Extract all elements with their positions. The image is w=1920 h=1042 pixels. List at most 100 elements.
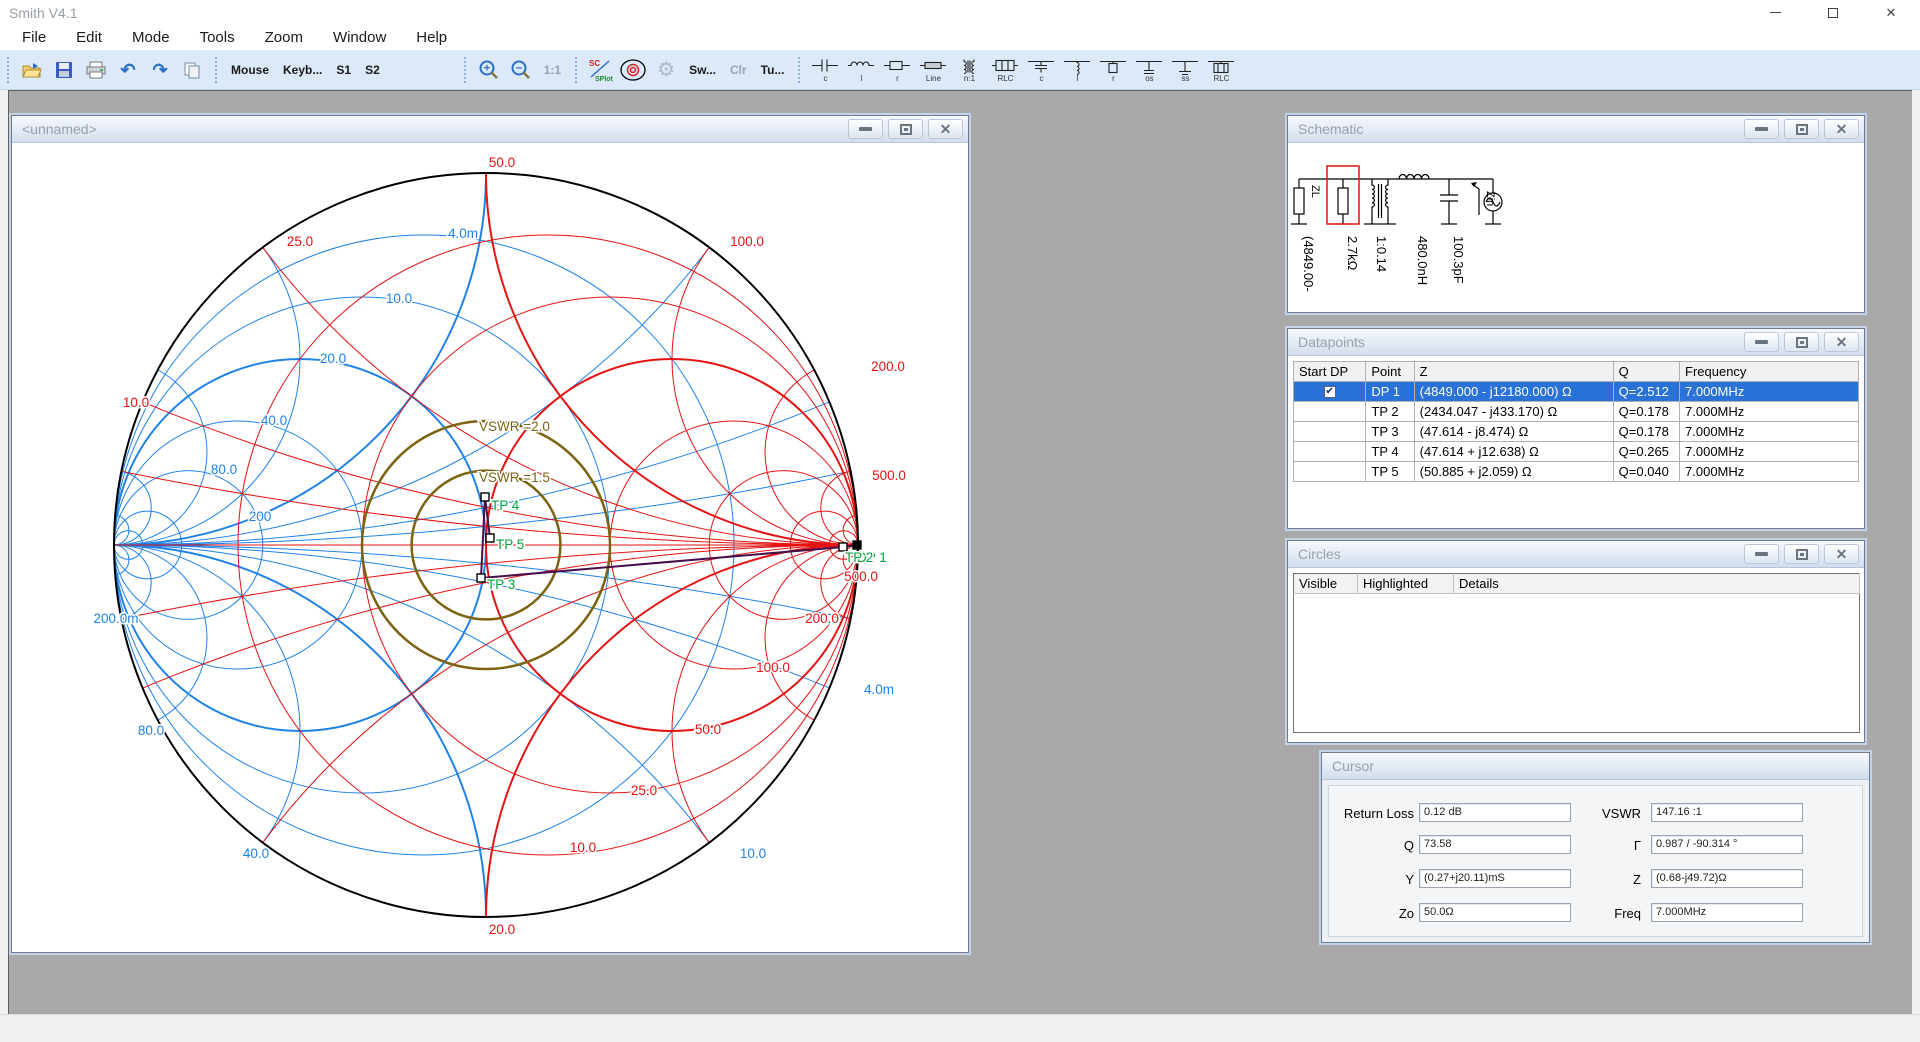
schematic-window-titlebar[interactable]: Schematic ✕ — [1288, 116, 1864, 143]
svg-text:500.0: 500.0 — [872, 468, 906, 483]
close-button[interactable]: ✕ — [1824, 119, 1859, 139]
clr-button[interactable]: Clr — [723, 63, 754, 77]
shunt-inductor-button[interactable]: l — [1059, 54, 1095, 86]
settings-button[interactable]: ⚙ — [653, 56, 679, 84]
minimize-button[interactable] — [1744, 119, 1779, 139]
column-header-details[interactable]: Details — [1454, 574, 1860, 594]
undo-icon: ↶ — [120, 61, 135, 79]
copy-button[interactable] — [179, 56, 205, 84]
shunt-rlc-icon — [1206, 57, 1236, 75]
app-minimize-button[interactable] — [1746, 0, 1804, 25]
cursor-value-freq[interactable]: 7.000MHz — [1651, 903, 1803, 922]
toolbar-separator — [464, 57, 466, 83]
keyb-button[interactable]: Keyb... — [276, 63, 329, 77]
open-button[interactable] — [19, 56, 45, 84]
redo-button[interactable]: ↷ — [147, 56, 173, 84]
menu-bar: FileEditModeToolsZoomWindowHelp — [0, 25, 1920, 50]
close-button[interactable]: ✕ — [928, 119, 963, 139]
s1-button[interactable]: S1 — [329, 63, 358, 77]
start-dp-checkbox[interactable]: ✔ — [1324, 386, 1336, 398]
sc-splot-button[interactable]: SCSPlot — [587, 56, 613, 84]
svg-text:4.0m: 4.0m — [448, 226, 478, 241]
open-stub-button[interactable]: os — [1131, 54, 1167, 86]
chart-window-titlebar[interactable]: <unnamed> ✕ — [12, 116, 968, 143]
zoom-out-button[interactable]: − — [508, 56, 534, 84]
mdi-area: <unnamed> ✕ 50.025.0100.0200.010.0500.05… — [8, 90, 1912, 1014]
component-value-load-impedance: (4849.00- — [1301, 236, 1316, 292]
zoom-1to1-button[interactable]: 1:1 — [537, 63, 568, 77]
print-button[interactable] — [83, 56, 109, 84]
minimize-button[interactable] — [848, 119, 883, 139]
close-button[interactable]: ✕ — [1824, 332, 1859, 352]
column-header-frequency[interactable]: Frequency — [1680, 362, 1859, 382]
column-header-point[interactable]: Point — [1366, 362, 1414, 382]
minimize-button[interactable] — [1744, 544, 1779, 564]
series-rlc-button[interactable]: RLC — [987, 54, 1023, 86]
menu-item-tools[interactable]: Tools — [185, 29, 250, 46]
shunt-resistor-button[interactable]: r — [1095, 54, 1131, 86]
series-inductor-button[interactable]: l — [843, 54, 879, 86]
svg-text:80.0: 80.0 — [138, 723, 164, 738]
datapoint-row-tp3[interactable]: TP 3(47.614 - j8.474) ΩQ=0.1787.000MHz — [1294, 422, 1859, 442]
menu-item-mode[interactable]: Mode — [117, 29, 185, 46]
datapoint-label-tp2: TP 2 — [845, 550, 873, 565]
menu-item-file[interactable]: File — [7, 29, 61, 46]
maximize-button[interactable] — [1784, 544, 1819, 564]
toolbar-separator — [798, 57, 800, 83]
sw-button[interactable]: Sw... — [682, 63, 723, 77]
undo-button[interactable]: ↶ — [115, 56, 141, 84]
cell-freq: 7.000MHz — [1680, 462, 1859, 482]
cursor-label-right-2: Z — [1633, 872, 1641, 887]
menu-item-window[interactable]: Window — [318, 29, 401, 46]
shorted-stub-icon — [1170, 57, 1200, 75]
app-title: Smith V4.1 — [9, 5, 77, 21]
tu-button[interactable]: Tu... — [754, 63, 792, 77]
series-resistor-button[interactable]: r — [879, 54, 915, 86]
cursor-value-vswr[interactable]: 147.16 :1 — [1651, 803, 1803, 822]
app-maximize-button[interactable] — [1804, 0, 1862, 25]
datapoint-row-tp2[interactable]: TP 2(2434.047 - j433.170) ΩQ=0.1787.000M… — [1294, 402, 1859, 422]
transformer-button[interactable]: n:1 — [951, 54, 987, 86]
maximize-button[interactable] — [888, 119, 923, 139]
open-icon — [21, 61, 43, 79]
datapoint-row-dp1[interactable]: ✔DP 1(4849.000 - j12180.000) ΩQ=2.5127.0… — [1294, 382, 1859, 402]
cursor-value-[interactable]: 0.987 / -90.314 ° — [1651, 835, 1803, 854]
datapoint-row-tp5[interactable]: TP 5(50.885 + j2.059) ΩQ=0.0407.000MHz — [1294, 462, 1859, 482]
s2-button[interactable]: S2 — [358, 63, 387, 77]
mouse-button[interactable]: Mouse — [224, 63, 276, 77]
schematic-canvas[interactable]: ZLZin(4849.00-2.7kΩ1:0.14480.0nH100.3pF — [1288, 143, 1864, 312]
column-header-start-dp[interactable]: Start DP — [1294, 362, 1366, 382]
circles-tool-button[interactable] — [619, 56, 647, 84]
save-button[interactable] — [51, 56, 77, 84]
shunt-rlc-button[interactable]: RLC — [1203, 54, 1239, 86]
menu-item-help[interactable]: Help — [401, 29, 462, 46]
shunt-capacitor-button[interactable]: c — [1023, 54, 1059, 86]
smith-chart-canvas[interactable]: 50.025.0100.0200.010.0500.0500.0200.0100… — [12, 143, 968, 952]
close-button[interactable]: ✕ — [1824, 544, 1859, 564]
zoom-in-button[interactable]: + — [476, 56, 502, 84]
maximize-button[interactable] — [1784, 332, 1819, 352]
datapoints-window-titlebar[interactable]: Datapoints ✕ — [1288, 329, 1864, 356]
cursor-window-titlebar[interactable]: Cursor — [1322, 753, 1869, 780]
shorted-stub-button[interactable]: ss — [1167, 54, 1203, 86]
menu-item-edit[interactable]: Edit — [61, 29, 117, 46]
cursor-value-z[interactable]: (0.68-j49.72)Ω — [1651, 869, 1803, 888]
column-header-z[interactable]: Z — [1414, 362, 1613, 382]
cell-q: Q=0.040 — [1613, 462, 1679, 482]
column-header-highlighted[interactable]: Highlighted — [1358, 574, 1454, 594]
minimize-button[interactable] — [1744, 332, 1779, 352]
circles-window-titlebar[interactable]: Circles ✕ — [1288, 541, 1864, 568]
series-capacitor-button[interactable]: c — [807, 54, 843, 86]
smith-chart-svg: 50.025.0100.0200.010.0500.0500.0200.0100… — [12, 143, 968, 952]
column-header-visible[interactable]: Visible — [1294, 574, 1358, 594]
cursor-label-right-0: VSWR — [1602, 806, 1641, 821]
menu-item-zoom[interactable]: Zoom — [250, 29, 318, 46]
datapoint-row-tp4[interactable]: TP 4(47.614 + j12.638) ΩQ=0.2657.000MHz — [1294, 442, 1859, 462]
svg-text:25.0: 25.0 — [631, 783, 657, 798]
app-close-button[interactable]: ✕ — [1862, 0, 1920, 25]
column-header-q[interactable]: Q — [1613, 362, 1679, 382]
cell-freq: 7.000MHz — [1680, 442, 1859, 462]
line-button[interactable]: Line — [915, 54, 951, 86]
zoom-in-icon: + — [478, 59, 500, 81]
maximize-button[interactable] — [1784, 119, 1819, 139]
